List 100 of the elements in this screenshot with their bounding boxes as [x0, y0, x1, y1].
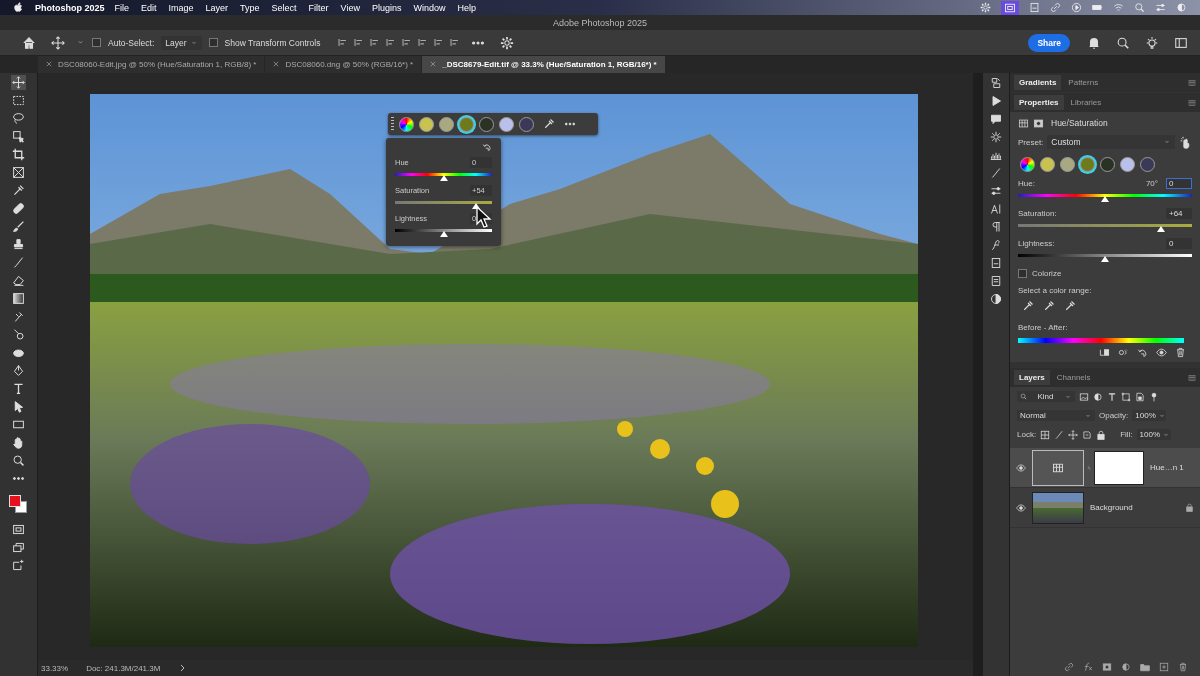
settings-icon[interactable]	[500, 35, 515, 50]
color-swatch[interactable]	[1040, 157, 1055, 172]
color-swatch[interactable]	[419, 116, 434, 132]
align-icon[interactable]	[417, 37, 429, 48]
preset-dropdown[interactable]: Custom	[1047, 135, 1175, 149]
marquee-icon[interactable]	[11, 93, 26, 108]
menu-item[interactable]: View	[340, 2, 360, 13]
generate-icon[interactable]	[11, 558, 26, 573]
half-circle-icon[interactable]	[990, 293, 1002, 305]
circle-icon[interactable]	[1176, 2, 1187, 13]
shape-filter-icon[interactable]	[1121, 391, 1131, 402]
panel-menu-icon[interactable]	[1188, 373, 1196, 382]
panel-tab[interactable]: Channels	[1051, 370, 1096, 385]
new-adjustment-icon[interactable]	[1121, 662, 1131, 672]
eyedropper-icon[interactable]	[11, 183, 26, 198]
paragraph-icon[interactable]	[990, 221, 1002, 233]
reset-icon[interactable]	[482, 142, 492, 152]
new-layer-icon[interactable]	[1159, 662, 1169, 672]
lasso-icon[interactable]	[11, 111, 26, 126]
lightbulb-icon[interactable]	[1145, 35, 1159, 50]
workspace-icon[interactable]	[1174, 35, 1188, 50]
book-icon[interactable]	[990, 257, 1002, 269]
checkbox[interactable]	[1018, 268, 1027, 278]
filter-toggle-icon[interactable]	[1149, 391, 1159, 402]
align-icon[interactable]	[449, 37, 461, 48]
close-icon[interactable]	[46, 61, 52, 67]
frame-icon[interactable]	[11, 165, 26, 180]
link-icon[interactable]	[1050, 2, 1061, 13]
glyph-icon[interactable]	[990, 239, 1002, 251]
image-filter-icon[interactable]	[1079, 391, 1089, 402]
dodge-icon[interactable]	[11, 327, 26, 342]
document-tab[interactable]: DSC08060.dng @ 50% (RGB/16*) *	[265, 56, 422, 73]
control-center-icon[interactable]	[1155, 2, 1166, 13]
panel-tab[interactable]: Layers	[1014, 370, 1050, 385]
align-icon[interactable]	[337, 37, 349, 48]
search-icon[interactable]	[1116, 35, 1130, 50]
eraser-icon[interactable]	[11, 273, 26, 288]
document-icon[interactable]	[990, 275, 1002, 287]
fx-icon[interactable]	[1083, 662, 1093, 672]
adjustment-filter-icon[interactable]	[1093, 391, 1103, 402]
panel-menu-icon[interactable]	[1188, 98, 1196, 107]
panel-tab[interactable]: Libraries	[1065, 95, 1107, 110]
align-icon[interactable]	[385, 37, 397, 48]
checkbox[interactable]	[92, 38, 101, 47]
quick-mask-icon[interactable]	[11, 522, 26, 537]
screen-mode-icon[interactable]	[11, 540, 26, 555]
slider-thumb[interactable]	[1156, 226, 1165, 232]
opacity-field[interactable]: 100%	[1132, 410, 1167, 421]
sun-icon[interactable]	[990, 131, 1002, 143]
brush-icon[interactable]	[990, 167, 1002, 179]
menu-item[interactable]: Image	[168, 2, 194, 13]
apple-icon[interactable]	[13, 2, 24, 13]
close-icon[interactable]	[430, 61, 437, 67]
move-icon[interactable]	[11, 75, 26, 90]
panel-tab[interactable]: Gradients	[1014, 75, 1062, 90]
value-field[interactable]: 0	[1166, 237, 1192, 249]
battery-icon[interactable]	[1092, 2, 1103, 13]
book-icon[interactable]	[1029, 2, 1040, 13]
app-menu[interactable]: Photoshop 2025	[35, 2, 105, 13]
play-circle-icon[interactable]	[1071, 2, 1082, 13]
crop-icon[interactable]	[11, 147, 26, 162]
lock-all-icon[interactable]	[1096, 429, 1107, 440]
lock-position-icon[interactable]	[1068, 429, 1079, 440]
menu-item[interactable]: Edit	[141, 2, 157, 13]
brush-icon[interactable]	[11, 219, 26, 234]
panel-tab[interactable]: Patterns	[1063, 75, 1104, 90]
value-field[interactable]: +64	[1166, 207, 1192, 219]
sliders-icon[interactable]	[990, 185, 1002, 197]
pen-icon[interactable]	[11, 363, 26, 378]
panel-tab[interactable]: Properties	[1014, 95, 1064, 110]
view-previous-icon[interactable]	[1118, 347, 1129, 358]
eyedropper-icon[interactable]	[543, 118, 555, 130]
color-swatch[interactable]	[1140, 157, 1155, 172]
type-icon[interactable]	[11, 381, 26, 396]
color-wheel-swatch[interactable]	[399, 116, 414, 132]
document-tab[interactable]: _DSC8679-Edit.tif @ 33.3% (Hue/Saturation 1, RGB/16*) *	[422, 56, 665, 73]
home-icon[interactable]	[22, 35, 36, 50]
menu-item[interactable]: Type	[240, 2, 260, 13]
panel-menu-icon[interactable]	[1188, 78, 1196, 87]
slider-thumb[interactable]	[1101, 256, 1109, 262]
color-swatch[interactable]	[1120, 157, 1135, 172]
layer-row[interactable]: Background	[1010, 488, 1200, 528]
slider-thumb[interactable]	[439, 231, 448, 237]
menu-item[interactable]: Window	[413, 2, 446, 13]
filter-dropdown[interactable]: Kind	[1017, 391, 1075, 402]
add-mask-icon[interactable]	[1102, 662, 1112, 672]
document-tab[interactable]: DSC08060-Edit.jpg @ 50% (Hue/Saturation 1, RGB/8) *	[38, 56, 265, 73]
menu-item[interactable]: Filter	[308, 2, 329, 13]
align-icon[interactable]	[369, 37, 381, 48]
stamp-icon[interactable]	[11, 237, 26, 252]
checkbox[interactable]	[208, 38, 218, 47]
color-swatch[interactable]	[439, 116, 454, 132]
close-icon[interactable]	[273, 61, 280, 67]
color-swatch[interactable]	[479, 116, 494, 132]
visibility-icon[interactable]	[1156, 347, 1167, 358]
object-select-icon[interactable]	[11, 129, 26, 144]
clip-to-layer-icon[interactable]	[1099, 347, 1110, 358]
color-swatch[interactable]	[459, 116, 474, 132]
align-icon[interactable]	[353, 37, 365, 48]
folder-icon[interactable]	[1140, 662, 1150, 672]
